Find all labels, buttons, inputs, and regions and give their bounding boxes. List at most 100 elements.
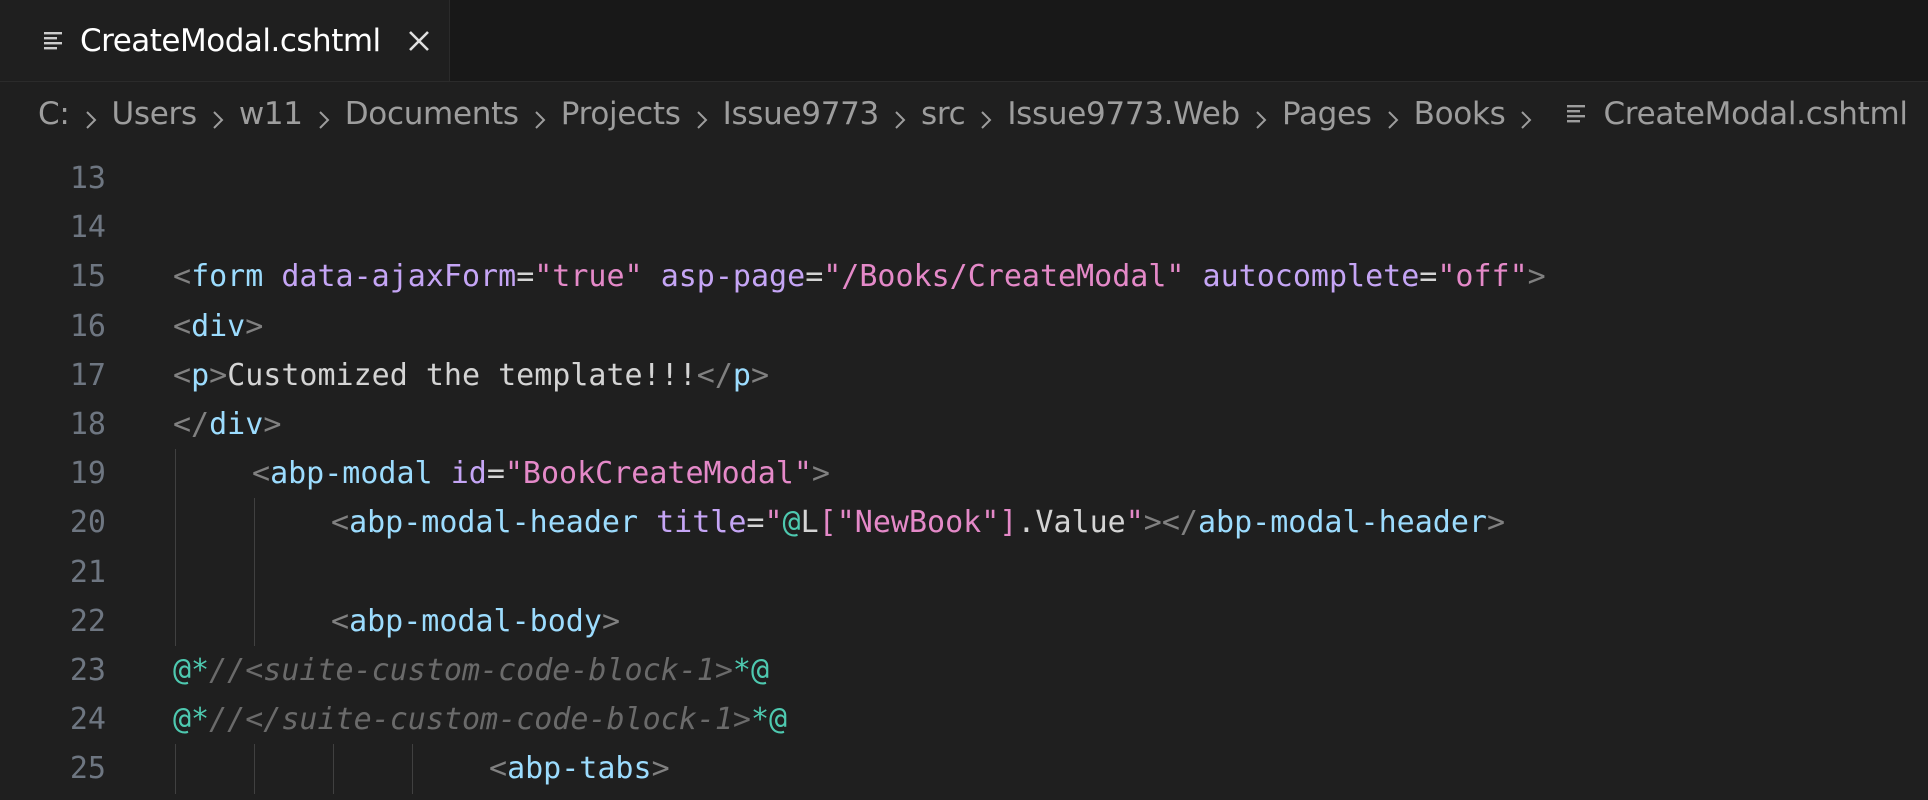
code-token: *@: [750, 702, 788, 738]
code-token: >: [1527, 259, 1546, 295]
code-token: "NewBook": [836, 505, 1000, 541]
indent-guide: [175, 547, 176, 597]
code-token: <: [489, 751, 508, 787]
tab-createmodal[interactable]: CreateModal.cshtml: [0, 0, 450, 81]
breadcrumb-item[interactable]: C:: [38, 96, 70, 132]
breadcrumb-item[interactable]: src: [921, 96, 966, 132]
chevron-right-icon: [317, 103, 331, 129]
close-icon[interactable]: [405, 27, 433, 55]
code-token: =: [746, 505, 765, 541]
code-token: "true": [534, 259, 643, 295]
code-token: [: [818, 505, 837, 541]
code-text: @*//<suite-custom-code-block-1>*@: [173, 653, 769, 688]
code-token: L: [800, 505, 819, 541]
code-token: title: [656, 505, 747, 541]
code-token: </: [696, 357, 733, 393]
line-number: 17: [69, 357, 106, 393]
code-text: <abp-modal id="BookCreateModal">: [252, 456, 830, 491]
code-text: <abp-modal-header title="@L["NewBook"].V…: [331, 505, 1505, 540]
code-line[interactable]: 20 <abp-modal-header title="@L["NewBook"]…: [0, 498, 1928, 547]
code-token: "BookCreateModal": [504, 456, 812, 492]
code-token: asp-page: [660, 259, 806, 295]
code-token: <: [331, 505, 350, 541]
code-line[interactable]: 19 <abp-modal id="BookCreateModal">: [0, 449, 1928, 498]
indent-guide: [175, 449, 176, 499]
code-token: <: [252, 456, 271, 492]
chevron-right-icon: [211, 103, 225, 129]
chevron-right-icon: [695, 103, 709, 129]
code-token: div: [209, 407, 264, 442]
breadcrumb-item[interactable]: Issue9773: [723, 96, 880, 132]
code-token: form: [191, 259, 264, 295]
code-text: </div>: [173, 407, 281, 442]
chevron-right-icon: [1519, 103, 1533, 129]
indent-guide: [175, 596, 176, 646]
code-line[interactable]: 21: [0, 548, 1928, 597]
line-number: 20: [69, 505, 106, 541]
line-number: 22: [69, 603, 106, 639]
code-line[interactable]: 25 <abp-tabs>: [0, 744, 1928, 793]
code-token: data-ajaxForm: [281, 259, 517, 295]
code-token: "off": [1437, 259, 1528, 295]
code-line[interactable]: 22 <abp-modal-body>: [0, 597, 1928, 646]
chevron-right-icon: [1386, 103, 1400, 129]
code-token: *@: [732, 653, 770, 688]
code-text: <form data-ajaxForm="true" asp-page="/Bo…: [173, 259, 1546, 294]
code-token: .Value: [1017, 505, 1126, 541]
code-token: =: [516, 259, 535, 295]
code-token: //</suite-custom-code-block-1>: [209, 702, 751, 738]
breadcrumb-item[interactable]: Users: [112, 96, 198, 132]
code-token: p: [191, 357, 210, 393]
breadcrumb-item[interactable]: Projects: [561, 96, 681, 132]
code-token: "/Books/CreateModal": [823, 259, 1185, 295]
code-token: =: [805, 259, 824, 295]
code-line[interactable]: 17 <p>Customized the template!!!</p>: [0, 351, 1928, 400]
indent-guide: [175, 744, 176, 794]
code-line[interactable]: 14: [0, 203, 1928, 252]
indent-guide: [412, 744, 413, 794]
code-token: >: [245, 308, 264, 344]
line-number: 14: [69, 210, 106, 246]
chevron-right-icon: [979, 103, 993, 129]
line-number: 25: [69, 751, 106, 787]
breadcrumb-file[interactable]: CreateModal.cshtml: [1603, 96, 1908, 132]
breadcrumb-item[interactable]: Pages: [1282, 96, 1372, 132]
line-number: 24: [69, 702, 106, 738]
code-token: p: [732, 357, 751, 393]
code-token: @*: [173, 702, 210, 738]
code-editor[interactable]: 13 14 15 <form data-ajaxForm="true" asp-pag…: [0, 146, 1928, 800]
code-token: =: [1419, 259, 1438, 295]
chevron-right-icon: [533, 103, 547, 129]
code-line[interactable]: 18 </div>: [0, 400, 1928, 449]
line-number: 16: [69, 308, 106, 344]
line-number: 21: [69, 554, 106, 590]
code-token: >: [263, 407, 282, 442]
code-token: abp-modal: [270, 456, 433, 492]
code-token: >: [811, 456, 830, 492]
code-line[interactable]: 24 @*//</suite-custom-code-block-1>*@: [0, 695, 1928, 744]
code-token: abp-modal-header: [1197, 505, 1487, 541]
breadcrumb-item[interactable]: Books: [1414, 96, 1506, 132]
code-line[interactable]: 23 @*//<suite-custom-code-block-1>*@: [0, 646, 1928, 695]
code-token: autocomplete: [1202, 259, 1420, 295]
code-text: <abp-tabs>: [489, 751, 670, 786]
code-text: <div>: [173, 309, 263, 344]
file-lines-icon: [44, 31, 62, 49]
code-line[interactable]: 15 <form data-ajaxForm="true" asp-page="/…: [0, 252, 1928, 301]
code-token: abp-modal-body: [349, 603, 602, 639]
editor-tab-bar: CreateModal.cshtml: [0, 0, 1928, 82]
breadcrumb-item[interactable]: Documents: [345, 96, 519, 132]
line-number: 18: [69, 407, 106, 442]
code-text: <abp-modal-body>: [331, 604, 620, 639]
breadcrumb-item[interactable]: w11: [239, 96, 303, 132]
code-token: </: [173, 407, 210, 442]
line-number: 23: [69, 653, 106, 688]
code-text: <p>Customized the template!!!</p>: [173, 358, 769, 393]
line-number: 15: [69, 259, 106, 295]
code-line[interactable]: 16 <div>: [0, 302, 1928, 351]
code-line[interactable]: 13: [0, 154, 1928, 203]
code-token: abp-tabs: [507, 751, 652, 787]
breadcrumb-item[interactable]: Issue9773.Web: [1007, 96, 1240, 132]
